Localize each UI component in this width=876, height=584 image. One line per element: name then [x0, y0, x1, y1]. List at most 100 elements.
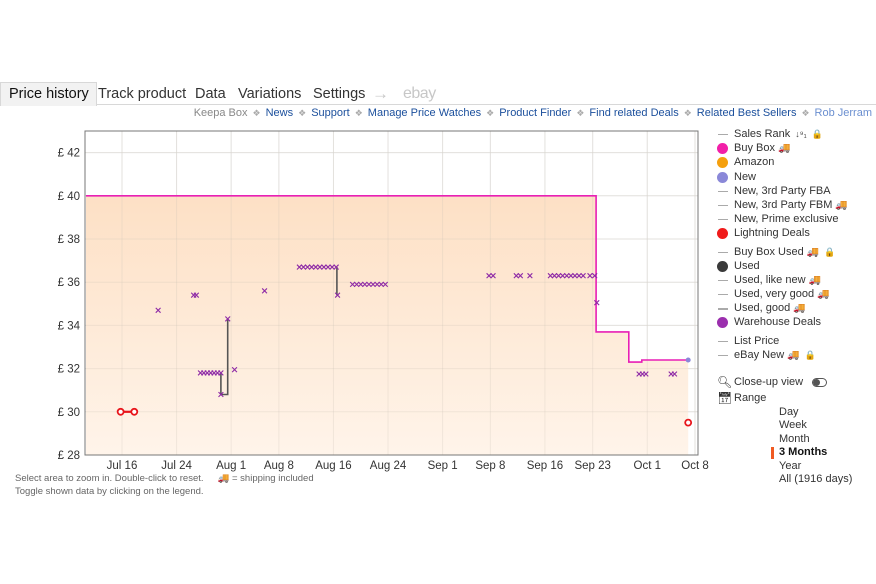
lightning-deal-point — [116, 407, 125, 416]
legend-label: eBay New — [734, 348, 785, 361]
legend-dot-icon — [717, 317, 728, 329]
legend-dash-icon — [718, 134, 728, 136]
x-tick-label: Oct 1 — [634, 460, 661, 472]
tab-data[interactable]: Data — [195, 83, 226, 105]
news-link[interactable]: News — [266, 107, 294, 119]
legend-label: New, Prime exclusive — [734, 213, 839, 226]
legend-item-new-3rd-party-fba[interactable]: New, 3rd Party FBA — [717, 184, 848, 198]
buy-box-end-point — [685, 357, 691, 363]
separator-icon: ❖ — [486, 108, 495, 118]
tab-variations[interactable]: Variations — [238, 83, 301, 105]
range-option-month[interactable]: Month — [779, 433, 852, 446]
legend-label: Used — [734, 259, 760, 272]
legend-item-new[interactable]: New — [717, 170, 848, 184]
truck-icon: 🚚 — [787, 349, 800, 361]
legend-dash-icon — [718, 279, 728, 282]
range-label: Range — [734, 392, 767, 404]
legend-label: Lightning Deals — [734, 227, 810, 240]
user-account-link[interactable]: Rob Jerram — [815, 107, 872, 119]
x-tick-label: Aug 1 — [216, 460, 246, 472]
range-options: Day Week Month 3 Months Year All (1916 days) — [770, 406, 852, 486]
price-history-chart[interactable]: £ 28£ 30£ 32£ 34£ 36£ 38£ 40£ 42 Jul 16 J… — [0, 120, 710, 475]
range-option-3-months[interactable]: 3 Months — [770, 446, 852, 460]
x-tick-label: Oct 8 — [681, 460, 708, 472]
separator-icon: ❖ — [801, 108, 810, 118]
closeup-view-label: Close-up view — [734, 376, 804, 388]
legend-dot-icon — [717, 171, 728, 183]
separator-icon: ❖ — [683, 108, 692, 118]
find-related-deals-link[interactable]: Find related Deals — [589, 107, 678, 119]
tab-settings[interactable]: Settings — [313, 83, 365, 105]
keepa-box-link[interactable]: Keepa Box — [194, 107, 248, 119]
legend-item-used-very-good[interactable]: Used, very good 🚚 — [717, 287, 848, 301]
x-tick-label: Sep 16 — [527, 460, 563, 472]
legend-label: New, 3rd Party FBA — [734, 184, 831, 197]
support-link[interactable]: Support — [311, 107, 350, 119]
range-option-day[interactable]: Day — [779, 406, 852, 419]
separator-icon: ❖ — [252, 108, 261, 118]
chart-legend: Sales Rank ↓⁹₁ 🔒 Buy Box 🚚 Amazon New New, 3rd … — [717, 127, 848, 362]
legend-dot-icon — [717, 143, 728, 155]
legend-dash-icon — [718, 294, 728, 296]
x-tick-label: Sep 1 — [428, 460, 458, 472]
legend-item-used[interactable]: Used — [717, 259, 848, 273]
x-tick-label: Sep 8 — [475, 460, 505, 472]
legend-item-buy-box-used[interactable]: Buy Box Used 🚚 🔒 — [717, 245, 848, 259]
y-tick-label: £ 40 — [58, 191, 80, 203]
manage-price-watches-link[interactable]: Manage Price Watches — [368, 107, 481, 119]
tab-track-product[interactable]: Track product — [98, 83, 186, 105]
legend-dash-icon — [718, 251, 728, 253]
legend-label: Warehouse Deals — [734, 316, 822, 329]
legend-item-buy-box[interactable]: Buy Box 🚚 — [717, 141, 848, 155]
legend-item-used-like-new[interactable]: Used, like new 🚚 — [717, 273, 848, 287]
truck-icon: 🚚 — [777, 143, 791, 155]
legend-dash-icon — [718, 308, 728, 310]
legend-label: Buy Box Used — [734, 245, 804, 258]
lightning-deal-point — [130, 407, 139, 416]
shipping-note: = shipping included — [232, 473, 314, 484]
legend-item-new-prime-exclusive[interactable]: New, Prime exclusive — [717, 212, 848, 226]
legend-item-sales-rank[interactable]: Sales Rank ↓⁹₁ 🔒 — [717, 127, 848, 141]
x-tick-label: Aug 8 — [264, 460, 294, 472]
truck-icon: 🚚 — [835, 199, 848, 211]
range-option-week[interactable]: Week — [779, 419, 852, 432]
legend-label: Used, like new — [734, 273, 806, 286]
legend-item-used-good[interactable]: Used, good 🚚 — [717, 301, 848, 315]
closeup-view-toggle[interactable]: 🔍︎ Close-up view — [717, 374, 828, 390]
legend-dash-icon — [718, 190, 728, 193]
legend-label: Amazon — [734, 156, 775, 169]
x-tick-label: Aug 24 — [370, 460, 407, 472]
tab-bar: Price history Track product Data Variati… — [0, 82, 876, 106]
related-best-sellers-link[interactable]: Related Best Sellers — [697, 107, 797, 119]
x-axis: Jul 16 Jul 24 Aug 1 Aug 8 Aug 16 Aug 24 Sep 1 S… — [107, 460, 709, 472]
legend-dash-icon — [718, 354, 728, 357]
x-tick-label: Aug 16 — [315, 460, 351, 472]
y-tick-label: £ 30 — [58, 407, 80, 419]
legend-label: Sales Rank — [734, 128, 791, 140]
legend-label: New — [734, 170, 757, 183]
tab-price-history[interactable]: Price history — [0, 82, 97, 106]
tab-ebay[interactable]: ebay — [403, 83, 436, 105]
x-tick-label: Jul 16 — [107, 460, 138, 472]
y-tick-label: £ 28 — [58, 450, 80, 462]
x-tick-label: Sep 23 — [574, 460, 610, 472]
legend-label: Used, very good — [734, 288, 815, 301]
legend-item-list-price[interactable]: List Price — [717, 334, 848, 348]
range-option-all-1916-days[interactable]: All (1916 days) — [779, 473, 852, 486]
truck-icon: 🚚 — [817, 289, 830, 301]
product-finder-link[interactable]: Product Finder — [499, 107, 571, 119]
legend-item-lightning-deals[interactable]: Lightning Deals — [717, 226, 848, 240]
legend-dash-icon — [718, 204, 728, 207]
legend-item-ebay-new[interactable]: eBay New 🚚 🔒 — [717, 348, 848, 362]
legend-item-warehouse-deals[interactable]: Warehouse Deals — [717, 315, 848, 329]
link-bar: Keepa Box ❖ News ❖ Support ❖ Manage Price Watc… — [194, 106, 872, 120]
range-option-year[interactable]: Year — [779, 460, 852, 473]
lightning-deal-point — [684, 418, 693, 427]
sort-icon[interactable]: ↓⁹₁ — [795, 129, 806, 139]
y-tick-label: £ 42 — [58, 148, 80, 160]
truck-icon: 🚚 — [808, 274, 821, 286]
legend-item-new-3rd-party-fbm[interactable]: New, 3rd Party FBM 🚚 — [717, 198, 848, 212]
legend-item-amazon[interactable]: Amazon — [717, 155, 848, 169]
y-tick-label: £ 34 — [58, 320, 81, 332]
toggle-switch[interactable] — [812, 377, 828, 387]
